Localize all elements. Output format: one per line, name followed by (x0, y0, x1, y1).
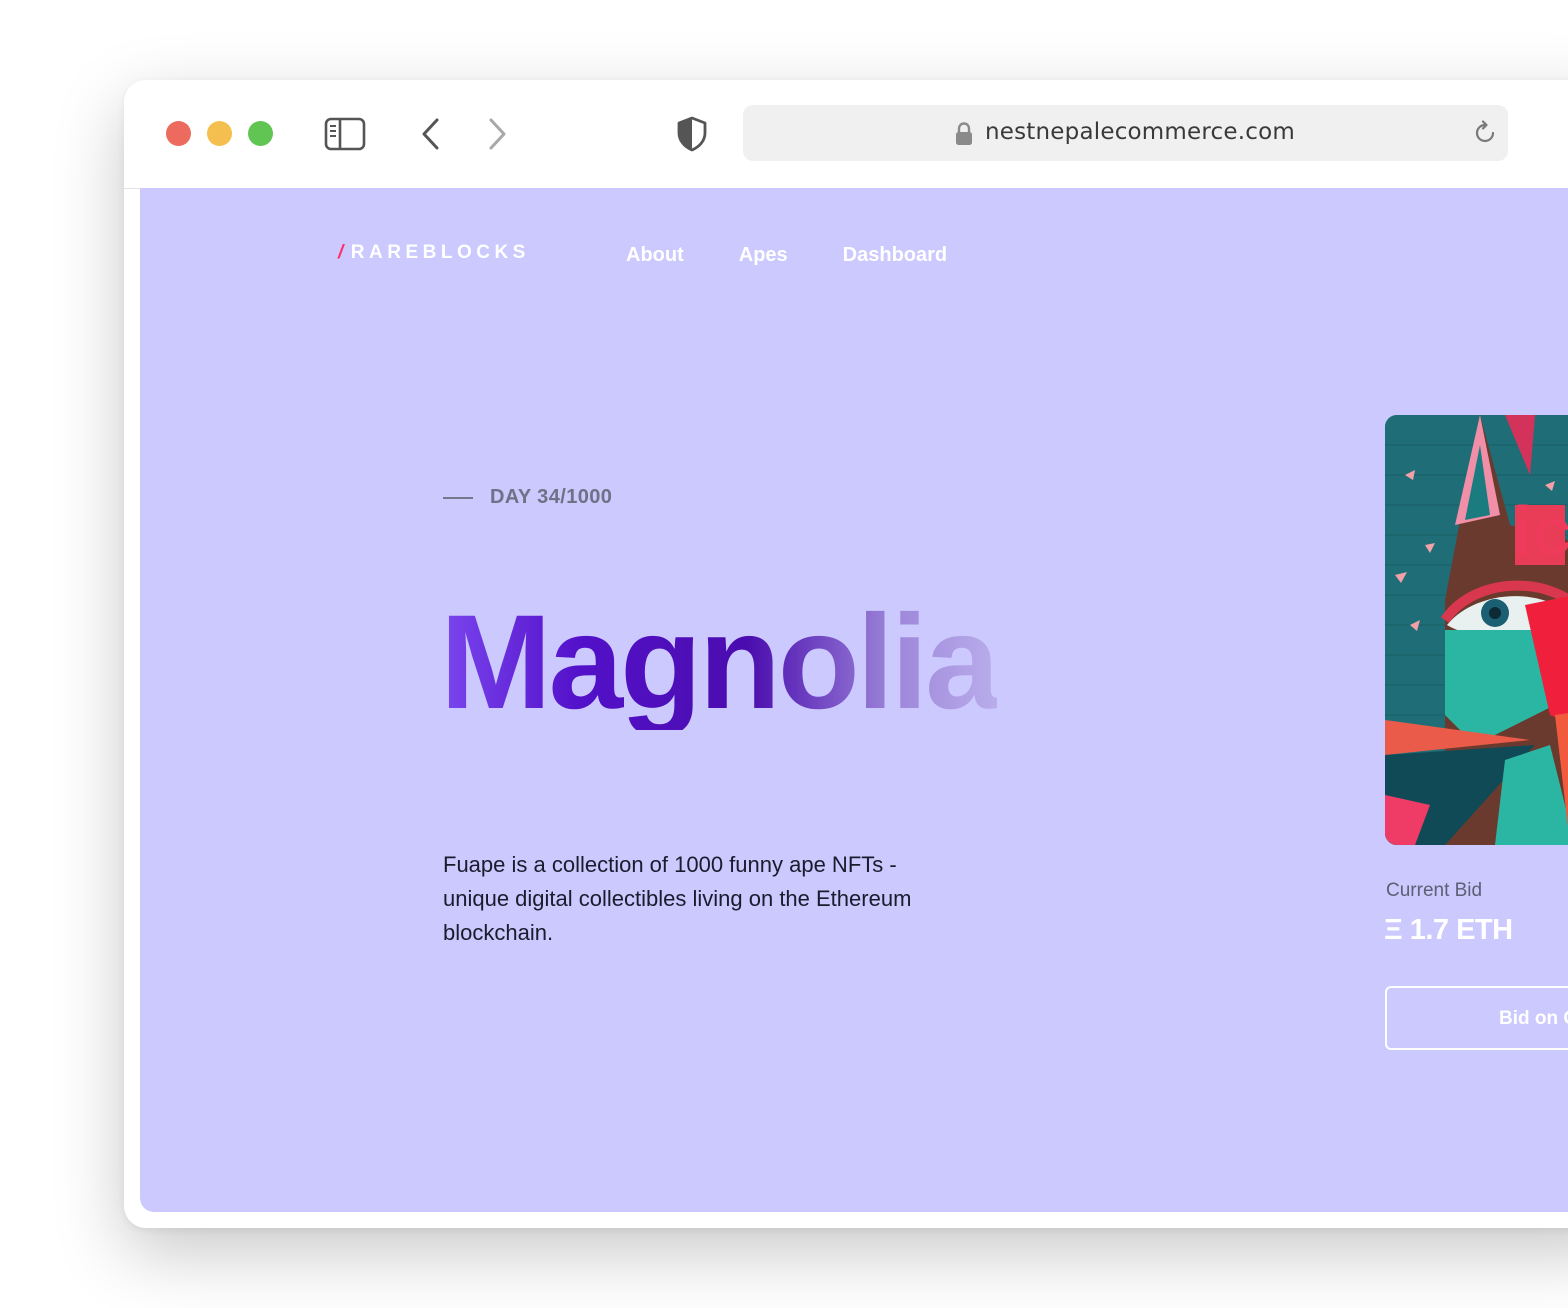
site-logo[interactable]: / RAREBLOCKS (338, 242, 530, 264)
browser-toolbar: nestnepalecommerce.com (124, 80, 1568, 189)
hero-description: Fuape is a collection of 1000 funny ape … (443, 852, 912, 945)
bid-button[interactable]: Bid on C (1385, 986, 1568, 1050)
address-bar[interactable]: nestnepalecommerce.com (743, 105, 1508, 161)
day-counter-text: DAY 34/1000 (490, 486, 613, 508)
sidebar-icon[interactable] (324, 117, 366, 151)
hero-title: Magnolia (440, 588, 1000, 737)
eyebrow-dash (443, 496, 473, 499)
shield-icon[interactable] (676, 116, 708, 152)
close-window-button[interactable] (166, 121, 191, 146)
nav-link-about[interactable]: About (626, 244, 684, 267)
svg-text:ic: ic (1513, 492, 1568, 570)
current-bid-label: Current Bid (1386, 880, 1483, 901)
logo-slash: / (338, 242, 348, 263)
browser-window: nestnepalecommerce.com / RAREBLOCKS About… (124, 80, 1568, 1228)
current-bid-value: Ξ 1.7 ETH (1384, 914, 1513, 946)
bid-button-label: Bid on C (1499, 1008, 1568, 1029)
zoom-window-button[interactable] (248, 121, 273, 146)
screenshot-stage: nestnepalecommerce.com / RAREBLOCKS About… (0, 0, 1568, 1308)
main-nav: About Apes Dashboard (626, 244, 947, 267)
reload-icon[interactable] (1472, 120, 1498, 146)
logo-text: RAREBLOCKS (350, 242, 530, 263)
back-icon[interactable] (420, 117, 442, 151)
web-page: / RAREBLOCKS About Apes Dashboard DAY 34/… (140, 188, 1568, 1212)
minimize-window-button[interactable] (207, 121, 232, 146)
day-counter: DAY 34/1000 (443, 486, 612, 509)
forward-icon[interactable] (486, 117, 508, 151)
graffiti-artwork: ic (1385, 415, 1568, 845)
url-text[interactable]: nestnepalecommerce.com (985, 119, 1295, 145)
nft-artwork-image[interactable]: ic (1385, 415, 1568, 845)
nav-link-dashboard[interactable]: Dashboard (843, 244, 947, 267)
lock-icon (956, 122, 972, 145)
nav-link-apes[interactable]: Apes (739, 244, 788, 267)
